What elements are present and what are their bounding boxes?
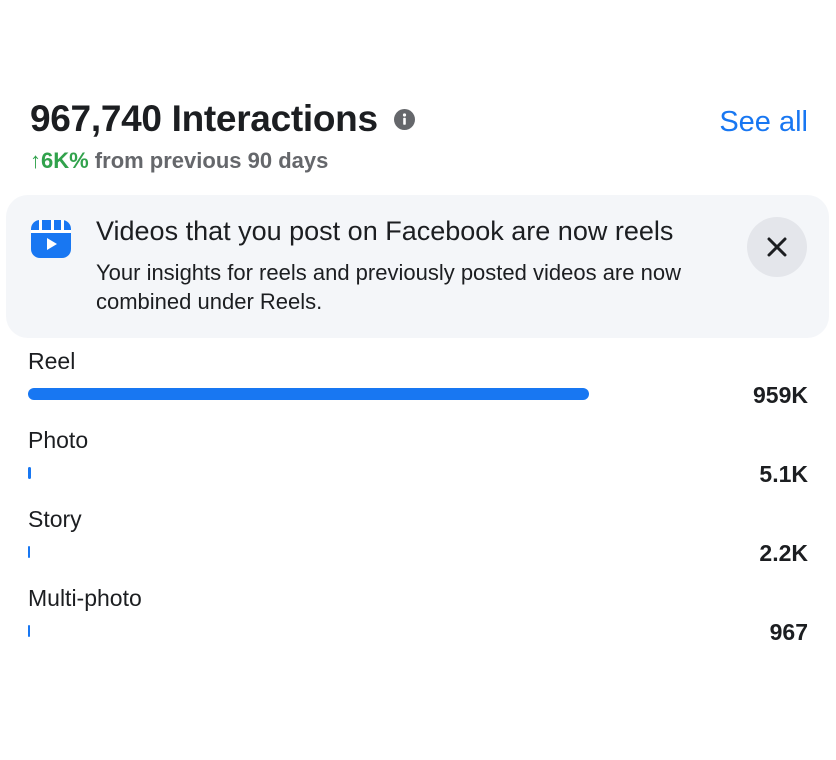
breakdown-bar xyxy=(28,625,30,637)
breakdown-row-reel: Reel 959K xyxy=(28,348,808,427)
breakdown-value: 5.1K xyxy=(759,461,808,487)
banner-body: Your insights for reels and previously p… xyxy=(96,260,681,314)
banner-title: Videos that you post on Facebook are now… xyxy=(96,216,674,246)
change-suffix: from previous 90 days xyxy=(88,148,329,173)
breakdown-label: Reel xyxy=(28,348,76,374)
breakdown-row-story: Story 2.2K xyxy=(28,506,808,585)
breakdown-value: 2.2K xyxy=(759,540,808,566)
info-icon[interactable] xyxy=(393,108,415,130)
title-row: 967,740 Interactions xyxy=(30,98,808,140)
see-all-link[interactable]: See all xyxy=(719,106,808,139)
breakdown-bar xyxy=(28,467,31,479)
breakdown-bar xyxy=(28,546,30,558)
breakdown-value: 959K xyxy=(753,382,808,408)
info-glyph xyxy=(402,112,406,125)
close-banner-button[interactable] xyxy=(747,217,807,277)
breakdown-label: Photo xyxy=(28,427,89,453)
page-title: 967,740 Interactions xyxy=(30,98,378,139)
breakdown-label: Multi-photo xyxy=(28,585,142,611)
breakdown-row-photo: Photo 5.1K xyxy=(28,427,808,506)
interaction-breakdown: Reel 959K Photo 5.1K Story 2.2K Multi-ph… xyxy=(28,348,808,664)
breakdown-row-multi-photo: Multi-photo 967 xyxy=(28,585,808,664)
breakdown-bar xyxy=(28,388,589,400)
reels-notice-banner: Videos that you post on Facebook are now… xyxy=(6,195,829,338)
interactions-header: 967,740 Interactions See all ↑6K% from p… xyxy=(30,98,808,174)
close-icon xyxy=(767,237,787,257)
change-value: ↑6K% xyxy=(30,148,89,173)
interactions-card: 967,740 Interactions See all ↑6K% from p… xyxy=(0,0,836,760)
breakdown-value: 967 xyxy=(769,619,808,645)
change-summary: ↑6K% from previous 90 days xyxy=(30,148,808,174)
breakdown-label: Story xyxy=(28,506,82,532)
reels-icon xyxy=(31,220,71,258)
